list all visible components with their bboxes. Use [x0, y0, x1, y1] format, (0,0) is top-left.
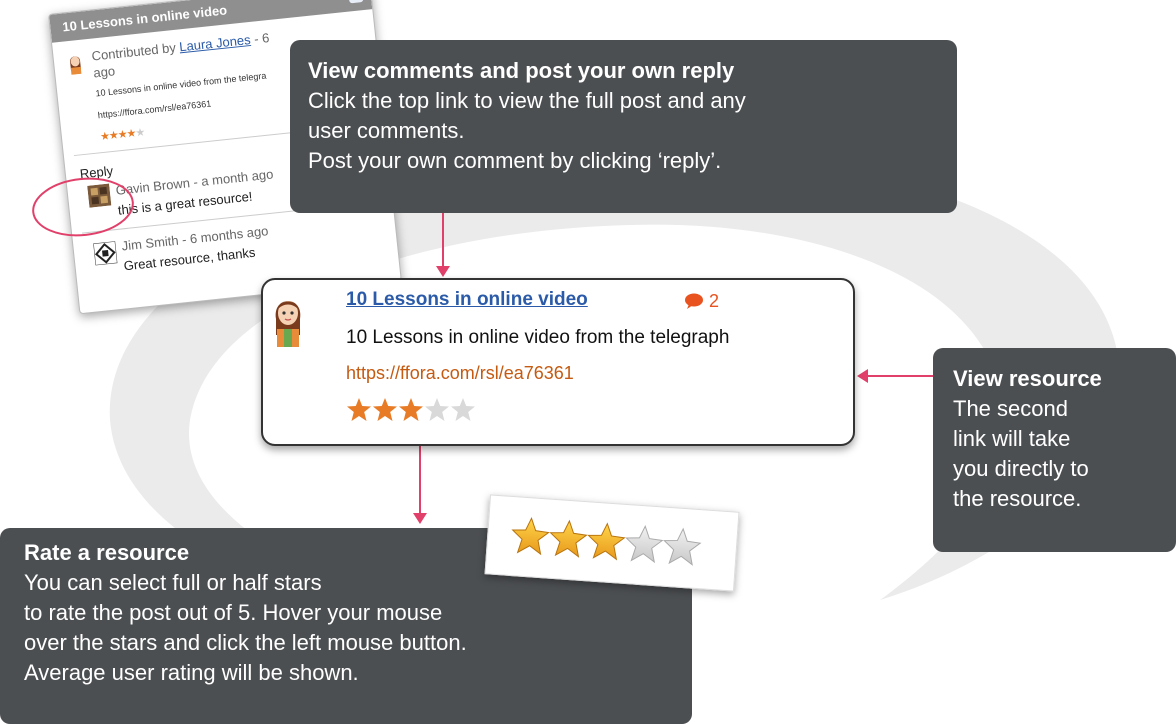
callout-text: to rate the post out of 5. Hover your mo…	[24, 600, 443, 625]
reply-highlight-ellipse	[32, 177, 134, 237]
callout-text: Average user rating will be shown.	[24, 660, 359, 685]
callout-text: user comments.	[308, 118, 465, 143]
resource-description: 10 Lessons in online video from the tele…	[346, 327, 730, 348]
callout-comments: View comments and post your own reply Cl…	[290, 40, 957, 213]
resource-author-avatar	[275, 301, 301, 347]
callout-text: the resource.	[953, 486, 1082, 511]
popup-url[interactable]: https://ffora.com/rsl/ea76361	[97, 98, 211, 120]
comment-bubble-icon	[685, 293, 703, 309]
author-link[interactable]: Laura Jones	[179, 32, 252, 54]
callout-text: The second	[953, 396, 1068, 421]
comment-count-link[interactable]: 2	[684, 291, 719, 312]
star-rating-example	[484, 494, 740, 592]
popup-desc: 10 Lessons in online video from the tele…	[95, 70, 267, 99]
rating-example-stars[interactable]	[486, 495, 739, 590]
callout-text: Post your own comment by clicking ‘reply…	[308, 148, 722, 173]
callout-text: link will take	[953, 426, 1071, 451]
callout-text: over the stars and click the left mouse …	[24, 630, 467, 655]
arrow-rate-head	[413, 513, 427, 524]
comment-count: 2	[709, 291, 720, 311]
callout-heading: View resource	[953, 366, 1102, 391]
contributed-by-label: Contributed by	[90, 39, 181, 64]
arrow-comments-head	[436, 266, 450, 277]
resource-url-link[interactable]: https://ffora.com/rsl/ea76361	[346, 363, 574, 384]
callout-text: Click the top link to view the full post…	[308, 88, 746, 113]
jim-avatar-icon	[93, 241, 118, 266]
callout-heading: View comments and post your own reply	[308, 58, 735, 83]
resource-title-link[interactable]: 10 Lessons in online video	[346, 289, 588, 311]
callout-text: you directly to	[953, 456, 1089, 481]
arrow-resource-head	[857, 369, 868, 383]
post-age: - 6	[249, 30, 270, 47]
post-age-ago: ago	[92, 63, 116, 81]
popup-rating-stars[interactable]: ★★★★★	[99, 126, 145, 144]
author-avatar	[70, 56, 82, 75]
callout-view-resource: View resource The second link will take …	[933, 348, 1176, 552]
resource-rating-stars[interactable]	[346, 397, 486, 423]
